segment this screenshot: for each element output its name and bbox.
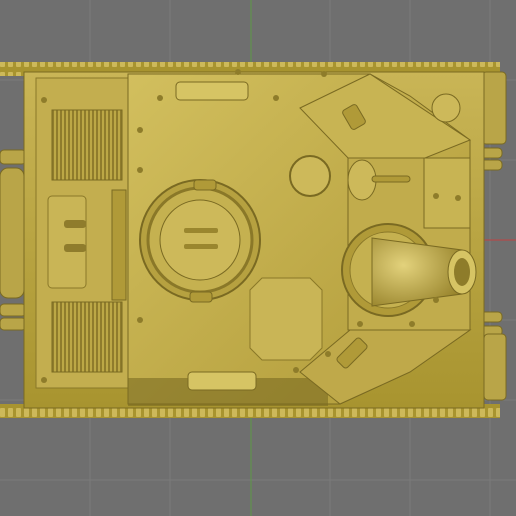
side-mount-left [0, 149, 27, 331]
tank-model[interactable] [0, 62, 507, 418]
3d-viewport[interactable] [0, 0, 516, 516]
viewport-canvas[interactable] [0, 0, 516, 516]
front-cap [431, 93, 461, 123]
commander-cupola[interactable] [139, 179, 261, 303]
engine-hatch-left [47, 195, 87, 289]
engine-vent-2 [64, 244, 86, 252]
engine-side-rail [111, 189, 127, 301]
hatch-handle-bottom [187, 371, 257, 391]
engine-grille-top [51, 109, 123, 181]
periscope-hatch [289, 155, 331, 197]
access-plate [249, 277, 323, 361]
engine-grille-bottom [51, 301, 123, 373]
engine-vent-1 [64, 220, 86, 228]
front-box [423, 157, 471, 229]
hatch-handle-top [175, 81, 249, 101]
